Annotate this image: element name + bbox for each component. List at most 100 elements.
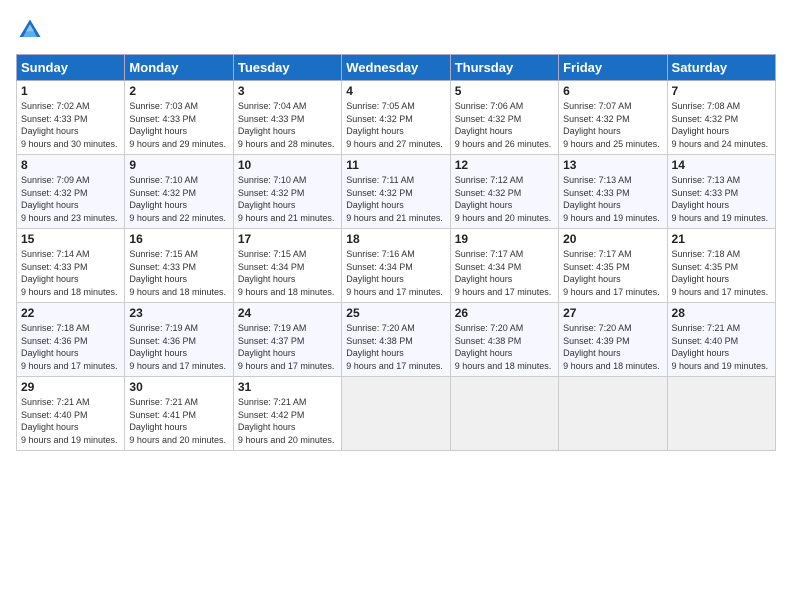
logo	[16, 16, 48, 44]
day-info: Sunrise: 7:11 AM Sunset: 4:32 PM Dayligh…	[346, 174, 445, 224]
day-number: 26	[455, 306, 554, 320]
day-info: Sunrise: 7:08 AM Sunset: 4:32 PM Dayligh…	[672, 100, 771, 150]
day-info: Sunrise: 7:17 AM Sunset: 4:34 PM Dayligh…	[455, 248, 554, 298]
calendar-cell: 29 Sunrise: 7:21 AM Sunset: 4:40 PM Dayl…	[17, 377, 125, 451]
calendar-cell: 30 Sunrise: 7:21 AM Sunset: 4:41 PM Dayl…	[125, 377, 233, 451]
weekday-header: Thursday	[450, 55, 558, 81]
day-info: Sunrise: 7:02 AM Sunset: 4:33 PM Dayligh…	[21, 100, 120, 150]
calendar-cell: 28 Sunrise: 7:21 AM Sunset: 4:40 PM Dayl…	[667, 303, 775, 377]
day-number: 20	[563, 232, 662, 246]
day-number: 25	[346, 306, 445, 320]
day-number: 10	[238, 158, 337, 172]
calendar-cell: 5 Sunrise: 7:06 AM Sunset: 4:32 PM Dayli…	[450, 81, 558, 155]
day-number: 15	[21, 232, 120, 246]
day-info: Sunrise: 7:21 AM Sunset: 4:40 PM Dayligh…	[672, 322, 771, 372]
day-number: 4	[346, 84, 445, 98]
day-number: 5	[455, 84, 554, 98]
day-number: 2	[129, 84, 228, 98]
day-info: Sunrise: 7:16 AM Sunset: 4:34 PM Dayligh…	[346, 248, 445, 298]
calendar-cell	[450, 377, 558, 451]
day-info: Sunrise: 7:14 AM Sunset: 4:33 PM Dayligh…	[21, 248, 120, 298]
calendar-cell: 31 Sunrise: 7:21 AM Sunset: 4:42 PM Dayl…	[233, 377, 341, 451]
calendar-cell: 19 Sunrise: 7:17 AM Sunset: 4:34 PM Dayl…	[450, 229, 558, 303]
calendar-cell: 2 Sunrise: 7:03 AM Sunset: 4:33 PM Dayli…	[125, 81, 233, 155]
day-info: Sunrise: 7:18 AM Sunset: 4:36 PM Dayligh…	[21, 322, 120, 372]
calendar-cell: 20 Sunrise: 7:17 AM Sunset: 4:35 PM Dayl…	[559, 229, 667, 303]
day-info: Sunrise: 7:13 AM Sunset: 4:33 PM Dayligh…	[563, 174, 662, 224]
calendar-week-row: 1 Sunrise: 7:02 AM Sunset: 4:33 PM Dayli…	[17, 81, 776, 155]
calendar-cell: 18 Sunrise: 7:16 AM Sunset: 4:34 PM Dayl…	[342, 229, 450, 303]
calendar-cell: 17 Sunrise: 7:15 AM Sunset: 4:34 PM Dayl…	[233, 229, 341, 303]
calendar-cell: 14 Sunrise: 7:13 AM Sunset: 4:33 PM Dayl…	[667, 155, 775, 229]
calendar-cell: 8 Sunrise: 7:09 AM Sunset: 4:32 PM Dayli…	[17, 155, 125, 229]
day-info: Sunrise: 7:12 AM Sunset: 4:32 PM Dayligh…	[455, 174, 554, 224]
day-number: 24	[238, 306, 337, 320]
calendar-cell	[342, 377, 450, 451]
calendar-cell: 21 Sunrise: 7:18 AM Sunset: 4:35 PM Dayl…	[667, 229, 775, 303]
day-info: Sunrise: 7:07 AM Sunset: 4:32 PM Dayligh…	[563, 100, 662, 150]
calendar-cell: 22 Sunrise: 7:18 AM Sunset: 4:36 PM Dayl…	[17, 303, 125, 377]
weekday-header: Saturday	[667, 55, 775, 81]
day-number: 31	[238, 380, 337, 394]
calendar-week-row: 29 Sunrise: 7:21 AM Sunset: 4:40 PM Dayl…	[17, 377, 776, 451]
calendar-cell: 26 Sunrise: 7:20 AM Sunset: 4:38 PM Dayl…	[450, 303, 558, 377]
calendar-cell: 4 Sunrise: 7:05 AM Sunset: 4:32 PM Dayli…	[342, 81, 450, 155]
day-info: Sunrise: 7:20 AM Sunset: 4:38 PM Dayligh…	[346, 322, 445, 372]
day-number: 14	[672, 158, 771, 172]
calendar-cell: 23 Sunrise: 7:19 AM Sunset: 4:36 PM Dayl…	[125, 303, 233, 377]
day-number: 23	[129, 306, 228, 320]
day-number: 17	[238, 232, 337, 246]
day-info: Sunrise: 7:17 AM Sunset: 4:35 PM Dayligh…	[563, 248, 662, 298]
day-number: 8	[21, 158, 120, 172]
day-info: Sunrise: 7:05 AM Sunset: 4:32 PM Dayligh…	[346, 100, 445, 150]
day-info: Sunrise: 7:19 AM Sunset: 4:37 PM Dayligh…	[238, 322, 337, 372]
calendar-cell	[559, 377, 667, 451]
day-number: 7	[672, 84, 771, 98]
day-info: Sunrise: 7:15 AM Sunset: 4:34 PM Dayligh…	[238, 248, 337, 298]
day-info: Sunrise: 7:19 AM Sunset: 4:36 PM Dayligh…	[129, 322, 228, 372]
day-info: Sunrise: 7:18 AM Sunset: 4:35 PM Dayligh…	[672, 248, 771, 298]
calendar-header-row: SundayMondayTuesdayWednesdayThursdayFrid…	[17, 55, 776, 81]
calendar-cell: 27 Sunrise: 7:20 AM Sunset: 4:39 PM Dayl…	[559, 303, 667, 377]
calendar-cell: 10 Sunrise: 7:10 AM Sunset: 4:32 PM Dayl…	[233, 155, 341, 229]
day-info: Sunrise: 7:10 AM Sunset: 4:32 PM Dayligh…	[238, 174, 337, 224]
calendar-cell	[667, 377, 775, 451]
calendar-cell: 11 Sunrise: 7:11 AM Sunset: 4:32 PM Dayl…	[342, 155, 450, 229]
calendar-cell: 13 Sunrise: 7:13 AM Sunset: 4:33 PM Dayl…	[559, 155, 667, 229]
day-number: 30	[129, 380, 228, 394]
day-number: 29	[21, 380, 120, 394]
calendar-week-row: 8 Sunrise: 7:09 AM Sunset: 4:32 PM Dayli…	[17, 155, 776, 229]
day-info: Sunrise: 7:03 AM Sunset: 4:33 PM Dayligh…	[129, 100, 228, 150]
calendar-cell: 24 Sunrise: 7:19 AM Sunset: 4:37 PM Dayl…	[233, 303, 341, 377]
day-number: 9	[129, 158, 228, 172]
day-info: Sunrise: 7:06 AM Sunset: 4:32 PM Dayligh…	[455, 100, 554, 150]
calendar-cell: 6 Sunrise: 7:07 AM Sunset: 4:32 PM Dayli…	[559, 81, 667, 155]
day-info: Sunrise: 7:21 AM Sunset: 4:42 PM Dayligh…	[238, 396, 337, 446]
day-info: Sunrise: 7:20 AM Sunset: 4:39 PM Dayligh…	[563, 322, 662, 372]
calendar-cell: 25 Sunrise: 7:20 AM Sunset: 4:38 PM Dayl…	[342, 303, 450, 377]
calendar-week-row: 22 Sunrise: 7:18 AM Sunset: 4:36 PM Dayl…	[17, 303, 776, 377]
logo-icon	[16, 16, 44, 44]
day-number: 22	[21, 306, 120, 320]
calendar-cell: 15 Sunrise: 7:14 AM Sunset: 4:33 PM Dayl…	[17, 229, 125, 303]
calendar-cell: 9 Sunrise: 7:10 AM Sunset: 4:32 PM Dayli…	[125, 155, 233, 229]
day-number: 19	[455, 232, 554, 246]
page: SundayMondayTuesdayWednesdayThursdayFrid…	[0, 0, 792, 612]
calendar-week-row: 15 Sunrise: 7:14 AM Sunset: 4:33 PM Dayl…	[17, 229, 776, 303]
calendar: SundayMondayTuesdayWednesdayThursdayFrid…	[16, 54, 776, 451]
day-number: 21	[672, 232, 771, 246]
weekday-header: Friday	[559, 55, 667, 81]
day-number: 16	[129, 232, 228, 246]
day-info: Sunrise: 7:04 AM Sunset: 4:33 PM Dayligh…	[238, 100, 337, 150]
day-info: Sunrise: 7:21 AM Sunset: 4:41 PM Dayligh…	[129, 396, 228, 446]
weekday-header: Sunday	[17, 55, 125, 81]
day-number: 27	[563, 306, 662, 320]
day-number: 12	[455, 158, 554, 172]
header	[16, 16, 776, 44]
day-info: Sunrise: 7:10 AM Sunset: 4:32 PM Dayligh…	[129, 174, 228, 224]
day-info: Sunrise: 7:20 AM Sunset: 4:38 PM Dayligh…	[455, 322, 554, 372]
weekday-header: Monday	[125, 55, 233, 81]
day-info: Sunrise: 7:21 AM Sunset: 4:40 PM Dayligh…	[21, 396, 120, 446]
day-info: Sunrise: 7:13 AM Sunset: 4:33 PM Dayligh…	[672, 174, 771, 224]
calendar-cell: 1 Sunrise: 7:02 AM Sunset: 4:33 PM Dayli…	[17, 81, 125, 155]
